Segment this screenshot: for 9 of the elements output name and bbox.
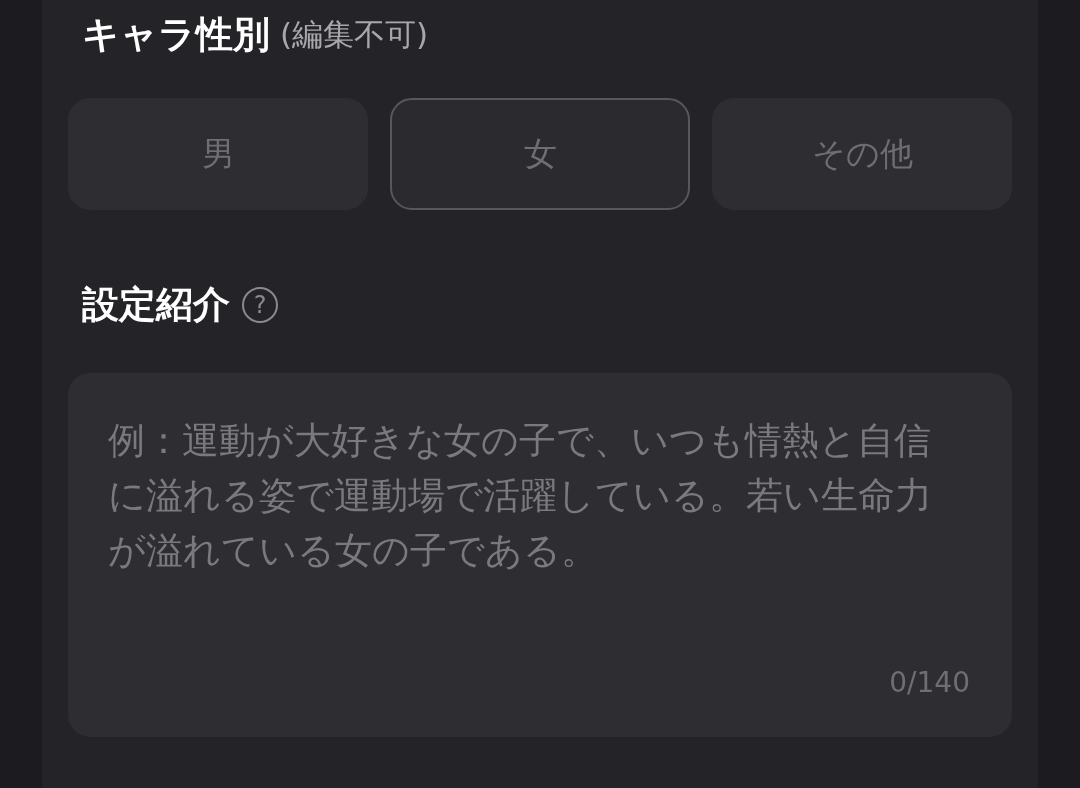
intro-text-field[interactable]: 例：運動が大好きな女の子で、いつも情熱と自信に溢れる姿で運動場で活躍している。若い生命力が溢れている女の子である。 0/140 [68, 373, 1012, 737]
character-counter: 0/140 [889, 666, 970, 699]
gender-option[interactable]: その他 [712, 98, 1012, 210]
gender-option[interactable]: 女 [390, 98, 690, 210]
help-icon[interactable]: ? [242, 287, 278, 323]
section-title: 設定紹介 [82, 282, 230, 328]
section-note: (編集不可) [280, 15, 429, 54]
section-title: キャラ性別 [82, 12, 270, 58]
gender-option[interactable]: 男 [68, 98, 368, 210]
